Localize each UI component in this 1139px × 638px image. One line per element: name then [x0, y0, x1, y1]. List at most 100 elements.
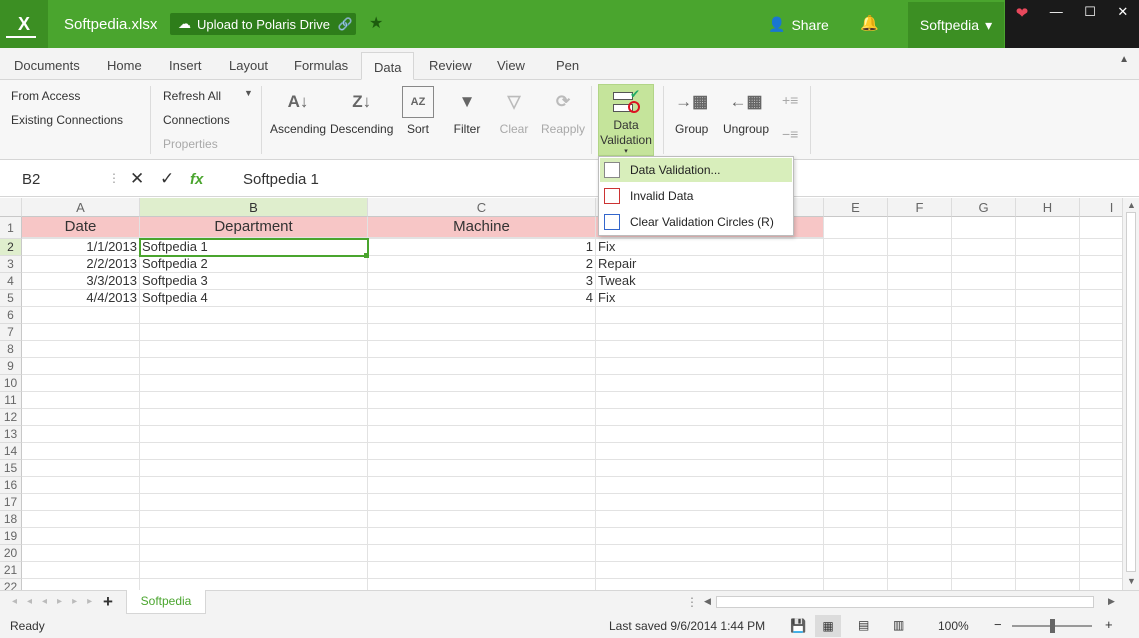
column-header-f[interactable]: F — [888, 198, 952, 217]
row-header-1[interactable]: 1 — [0, 217, 22, 239]
reapply-button[interactable]: ⟳ Reapply — [541, 86, 585, 136]
tab-documents[interactable]: Documents — [14, 58, 80, 73]
column-header-g[interactable]: G — [952, 198, 1016, 217]
group-button[interactable]: →▦ Group — [675, 86, 708, 136]
user-menu-button[interactable]: Softpedia ▾ — [908, 2, 1004, 48]
sort-ascending-button[interactable]: A↓ Ascending — [270, 86, 326, 136]
select-all-corner[interactable] — [0, 198, 22, 217]
tab-insert[interactable]: Insert — [169, 58, 202, 73]
row-header-10[interactable]: 10 — [0, 375, 22, 392]
cell-d4[interactable]: Tweak — [596, 273, 824, 290]
sheet-nav-icons[interactable]: ◂◂◂▸▸▸ — [12, 596, 102, 607]
collapse-ribbon-icon[interactable]: ▲ — [1119, 54, 1129, 65]
spreadsheet-grid[interactable]: A B C D E F G H I 1234567891011121314151… — [0, 198, 1122, 590]
menu-item-clear-validation-circles[interactable]: Clear Validation Circles (R) — [600, 210, 792, 234]
page-break-view-icon[interactable]: ▥ — [893, 618, 904, 632]
column-header-a[interactable]: A — [22, 198, 140, 217]
link-button[interactable]: 🔗 — [334, 13, 356, 35]
scroll-left-icon[interactable]: ◀ — [704, 596, 711, 607]
row-header-22[interactable]: 22 — [0, 579, 22, 590]
horizontal-scroll-thumb[interactable] — [716, 596, 1094, 608]
row-header-8[interactable]: 8 — [0, 341, 22, 358]
upload-button[interactable]: ☁ Upload to Polaris Drive — [170, 13, 338, 35]
name-box-menu-icon[interactable]: ⋮ — [108, 171, 120, 185]
tab-view[interactable]: View — [497, 58, 525, 73]
sheetbar-splitter-icon[interactable]: ⋮ — [686, 595, 698, 609]
row-header-20[interactable]: 20 — [0, 545, 22, 562]
row-header-17[interactable]: 17 — [0, 494, 22, 511]
scroll-down-icon[interactable]: ▼ — [1127, 576, 1136, 586]
scroll-up-icon[interactable]: ▲ — [1127, 200, 1136, 210]
fill-handle[interactable] — [364, 253, 369, 258]
connections-button[interactable]: Connections — [163, 113, 230, 127]
close-icon[interactable]: ✕ — [1117, 4, 1128, 20]
cell-b3[interactable]: Softpedia 2 — [140, 256, 368, 273]
row-header-4[interactable]: 4 — [0, 273, 22, 290]
insert-function-icon[interactable]: fx — [190, 171, 203, 188]
row-header-5[interactable]: 5 — [0, 290, 22, 307]
app-menu-button[interactable]: X — [0, 0, 48, 48]
scroll-thumb[interactable] — [1126, 212, 1136, 572]
cell-a4[interactable]: 3/3/2013 — [22, 273, 140, 290]
cell-b2[interactable]: Softpedia 1 — [140, 239, 368, 256]
zoom-out-icon[interactable]: − — [994, 617, 1002, 632]
row-header-21[interactable]: 21 — [0, 562, 22, 579]
cell-b4[interactable]: Softpedia 3 — [140, 273, 368, 290]
header-cell-department[interactable]: Department — [140, 217, 368, 238]
row-header-11[interactable]: 11 — [0, 392, 22, 409]
from-access-button[interactable]: From Access — [11, 89, 80, 103]
row-header-14[interactable]: 14 — [0, 443, 22, 460]
cell-a5[interactable]: 4/4/2013 — [22, 290, 140, 307]
name-box[interactable]: B2 — [22, 171, 40, 188]
minimize-icon[interactable]: — — [1050, 4, 1063, 19]
maximize-icon[interactable]: ☐ — [1084, 4, 1096, 20]
vertical-scrollbar[interactable]: ▲ ▼ — [1122, 198, 1139, 590]
row-header-13[interactable]: 13 — [0, 426, 22, 443]
cell-c5[interactable]: 4 — [368, 290, 596, 307]
tab-home[interactable]: Home — [107, 58, 142, 73]
ungroup-button[interactable]: ←▦ Ungroup — [723, 86, 769, 136]
cell-c4[interactable]: 3 — [368, 273, 596, 290]
tab-layout[interactable]: Layout — [229, 58, 268, 73]
cell-d2[interactable]: Fix — [596, 239, 824, 256]
cell-a2[interactable]: 1/1/2013 — [22, 239, 140, 256]
row-header-7[interactable]: 7 — [0, 324, 22, 341]
cell-c3[interactable]: 2 — [368, 256, 596, 273]
menu-item-data-validation[interactable]: Data Validation... — [600, 158, 792, 182]
tab-data[interactable]: Data — [361, 52, 415, 80]
clear-filter-button[interactable]: ▽ Clear — [498, 86, 530, 136]
header-cell-machine[interactable]: Machine — [368, 217, 596, 238]
sheet-tab-softpedia[interactable]: Softpedia — [126, 590, 206, 614]
row-header-16[interactable]: 16 — [0, 477, 22, 494]
row-header-15[interactable]: 15 — [0, 460, 22, 477]
column-header-h[interactable]: H — [1016, 198, 1080, 217]
cell-d5[interactable]: Fix — [596, 290, 824, 307]
header-cell-date[interactable]: Date — [22, 217, 140, 238]
properties-button[interactable]: Properties — [163, 137, 218, 151]
zoom-slider-thumb[interactable] — [1050, 619, 1055, 633]
column-header-i[interactable]: I — [1080, 198, 1122, 217]
share-button[interactable]: 👤 Share — [768, 16, 829, 33]
column-header-e[interactable]: E — [824, 198, 888, 217]
zoom-in-icon[interactable]: + — [1105, 617, 1113, 632]
add-sheet-button[interactable]: + — [103, 592, 113, 612]
refresh-dropdown-icon[interactable]: ▼ — [244, 88, 253, 98]
tab-formulas[interactable]: Formulas — [294, 58, 348, 73]
show-detail-icon[interactable]: +≡ — [782, 92, 798, 108]
row-header-3[interactable]: 3 — [0, 256, 22, 273]
normal-view-icon[interactable]: ▦ — [815, 615, 841, 637]
data-validation-button[interactable]: ✔ Data Validation ▾ — [598, 84, 654, 156]
row-header-18[interactable]: 18 — [0, 511, 22, 528]
notification-bell-icon[interactable]: 🔔 — [860, 14, 879, 32]
sort-button[interactable]: AZ Sort — [402, 86, 434, 136]
row-header-9[interactable]: 9 — [0, 358, 22, 375]
formula-input[interactable]: Softpedia 1 — [243, 171, 319, 188]
existing-connections-button[interactable]: Existing Connections — [11, 113, 123, 127]
row-header-19[interactable]: 19 — [0, 528, 22, 545]
confirm-entry-icon[interactable]: ✓ — [160, 169, 174, 189]
cancel-entry-icon[interactable]: ✕ — [130, 169, 144, 189]
row-header-2[interactable]: 2 — [0, 239, 22, 256]
row-header-6[interactable]: 6 — [0, 307, 22, 324]
filter-button[interactable]: ▼ Filter — [451, 86, 483, 136]
cell-a3[interactable]: 2/2/2013 — [22, 256, 140, 273]
